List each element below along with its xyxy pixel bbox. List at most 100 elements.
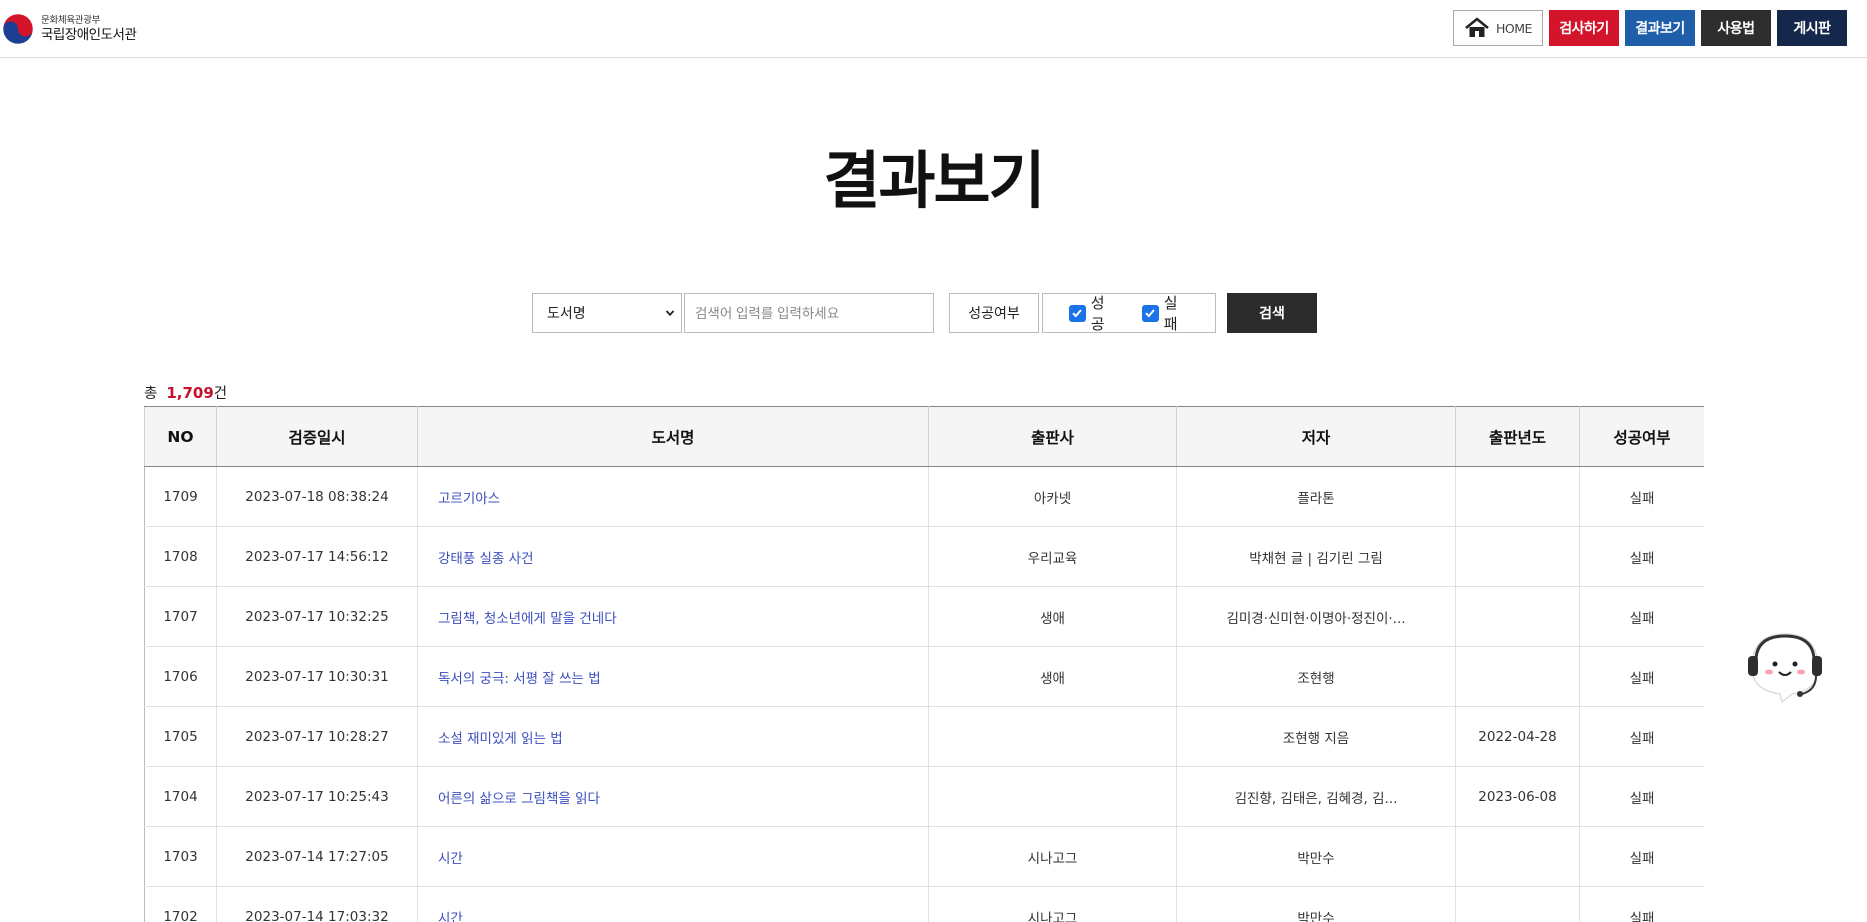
table-row: 1704 2023-07-17 10:25:43 어른의 삶으로 그림책을 읽다… [144, 766, 1704, 827]
cell-publisher: 아카넷 [928, 466, 1177, 527]
search-field-value: 도서명 [547, 306, 586, 322]
board-button[interactable]: 게시판 [1777, 10, 1847, 46]
cell-date: 2023-07-17 10:32:25 [216, 586, 418, 647]
cell-date: 2023-07-17 14:56:12 [216, 526, 418, 587]
cell-title-link[interactable]: 고르기아스 [417, 466, 929, 527]
cell-no: 1704 [144, 766, 217, 827]
table-row: 1707 2023-07-17 10:32:25 그림책, 청소년에게 말을 건… [144, 586, 1704, 647]
cell-author: 김미경·신미현·이명아·정진이·... [1176, 586, 1456, 647]
cell-year [1455, 886, 1580, 922]
taegeuk-emblem-icon [2, 13, 34, 45]
home-icon [1465, 17, 1489, 37]
home-button[interactable]: HOME [1453, 10, 1543, 46]
cell-result: 실패 [1579, 586, 1704, 647]
cell-date: 2023-07-14 17:27:05 [216, 826, 418, 887]
cell-title-link[interactable]: 소설 재미있게 읽는 법 [417, 706, 929, 767]
total-prefix: 총 [144, 386, 158, 402]
cell-title-link[interactable]: 시간 [417, 826, 929, 887]
cell-author: 김진향, 김태은, 김혜경, 김... [1176, 766, 1456, 827]
results-table-wrapper[interactable]: NO 검증일시 도서명 출판사 저자 출판년도 성공여부 1709 2023-0… [144, 406, 1704, 922]
cell-no: 1705 [144, 706, 217, 767]
total-number: 1,709 [166, 384, 214, 402]
cell-no: 1703 [144, 826, 217, 887]
chevron-down-icon [665, 310, 675, 317]
cell-author: 박만수 [1176, 826, 1456, 887]
chatbot-icon[interactable] [1742, 628, 1828, 706]
cell-author: 조현행 지음 [1176, 706, 1456, 767]
results-table: NO 검증일시 도서명 출판사 저자 출판년도 성공여부 1709 2023-0… [144, 406, 1704, 922]
success-filter-checks: 성공 실패 [1042, 293, 1216, 333]
search-input[interactable] [684, 293, 934, 333]
table-row: 1708 2023-07-17 14:56:12 강태풍 실종 사건 우리교육 … [144, 526, 1704, 587]
cell-publisher: 생애 [928, 646, 1177, 707]
cell-author: 박채현 글 | 김기린 그림 [1176, 526, 1456, 587]
cell-year [1455, 526, 1580, 587]
col-header-title: 도서명 [417, 406, 929, 467]
cell-publisher: 생애 [928, 586, 1177, 647]
col-header-result: 성공여부 [1579, 406, 1704, 467]
cell-author: 조현행 [1176, 646, 1456, 707]
check-button[interactable]: 검사하기 [1549, 10, 1619, 46]
success-checkbox-label: 성공 [1090, 294, 1105, 333]
cell-result: 실패 [1579, 466, 1704, 527]
library-name: 국립장애인도서관 [41, 27, 137, 43]
checkbox-checked-icon [1142, 304, 1159, 322]
table-row: 1709 2023-07-18 08:38:24 고르기아스 아카넷 플라톤 실… [144, 466, 1704, 527]
cell-publisher: 우리교육 [928, 526, 1177, 587]
top-nav: HOME 검사하기 결과보기 사용법 게시판 [1453, 10, 1847, 46]
page-title: 결과보기 [823, 144, 1045, 217]
cell-result: 실패 [1579, 526, 1704, 587]
cell-year [1455, 826, 1580, 887]
col-header-publisher: 출판사 [928, 406, 1177, 467]
cell-result: 실패 [1579, 706, 1704, 767]
cell-no: 1702 [144, 886, 217, 922]
cell-year: 2023-06-08 [1455, 766, 1580, 827]
cell-date: 2023-07-17 10:28:27 [216, 706, 418, 767]
cell-author: 플라톤 [1176, 466, 1456, 527]
search-field-select[interactable]: 도서명 [532, 293, 682, 333]
cell-date: 2023-07-18 08:38:24 [216, 466, 418, 527]
cell-publisher [928, 766, 1177, 827]
cell-title-link[interactable]: 그림책, 청소년에게 말을 건네다 [417, 586, 929, 647]
col-header-author: 저자 [1176, 406, 1456, 467]
cell-no: 1706 [144, 646, 217, 707]
cell-publisher: 시나고그 [928, 826, 1177, 887]
col-header-no: NO [144, 406, 217, 467]
success-filter-label: 성공여부 [949, 293, 1039, 333]
total-suffix: 건 [213, 386, 228, 402]
cell-author: 박만수 [1176, 886, 1456, 922]
checkbox-checked-icon [1069, 304, 1086, 322]
cell-title-link[interactable]: 독서의 궁극: 서평 잘 쓰는 법 [417, 646, 929, 707]
col-header-year: 출판년도 [1455, 406, 1580, 467]
cell-publisher [928, 706, 1177, 767]
table-row: 1706 2023-07-17 10:30:31 독서의 궁극: 서평 잘 쓰는… [144, 646, 1704, 707]
success-checkbox[interactable]: 성공 [1069, 292, 1118, 334]
cell-result: 실패 [1579, 826, 1704, 887]
home-label: HOME [1496, 20, 1532, 36]
result-button[interactable]: 결과보기 [1625, 10, 1695, 46]
cell-no: 1709 [144, 466, 217, 527]
ministry-name: 문화체육관광부 [41, 14, 101, 26]
table-row: 1703 2023-07-14 17:27:05 시간 시나고그 박만수 실패 [144, 826, 1704, 887]
table-header-row: NO 검증일시 도서명 출판사 저자 출판년도 성공여부 [144, 406, 1704, 467]
col-header-date: 검증일시 [216, 406, 418, 467]
cell-date: 2023-07-17 10:30:31 [216, 646, 418, 707]
site-logo[interactable]: 문화체육관광부 국립장애인도서관 [2, 12, 137, 46]
cell-result: 실패 [1579, 646, 1704, 707]
search-button[interactable]: 검색 [1227, 293, 1317, 333]
total-count: 총 1,709 건 [144, 382, 227, 403]
cell-year [1455, 586, 1580, 647]
cell-year [1455, 646, 1580, 707]
fail-checkbox[interactable]: 실패 [1142, 292, 1191, 334]
cell-result: 실패 [1579, 886, 1704, 922]
cell-result: 실패 [1579, 766, 1704, 827]
cell-year: 2022-04-28 [1455, 706, 1580, 767]
cell-year [1455, 466, 1580, 527]
cell-title-link[interactable]: 어른의 삶으로 그림책을 읽다 [417, 766, 929, 827]
site-header: 문화체육관광부 국립장애인도서관 HOME 검사하기 결과보기 사용법 게시판 [0, 0, 1867, 58]
cell-title-link[interactable]: 강태풍 실종 사건 [417, 526, 929, 587]
cell-title-link[interactable]: 시간 [417, 886, 929, 922]
usage-button[interactable]: 사용법 [1701, 10, 1771, 46]
fail-checkbox-label: 실패 [1163, 294, 1178, 333]
cell-no: 1707 [144, 586, 217, 647]
